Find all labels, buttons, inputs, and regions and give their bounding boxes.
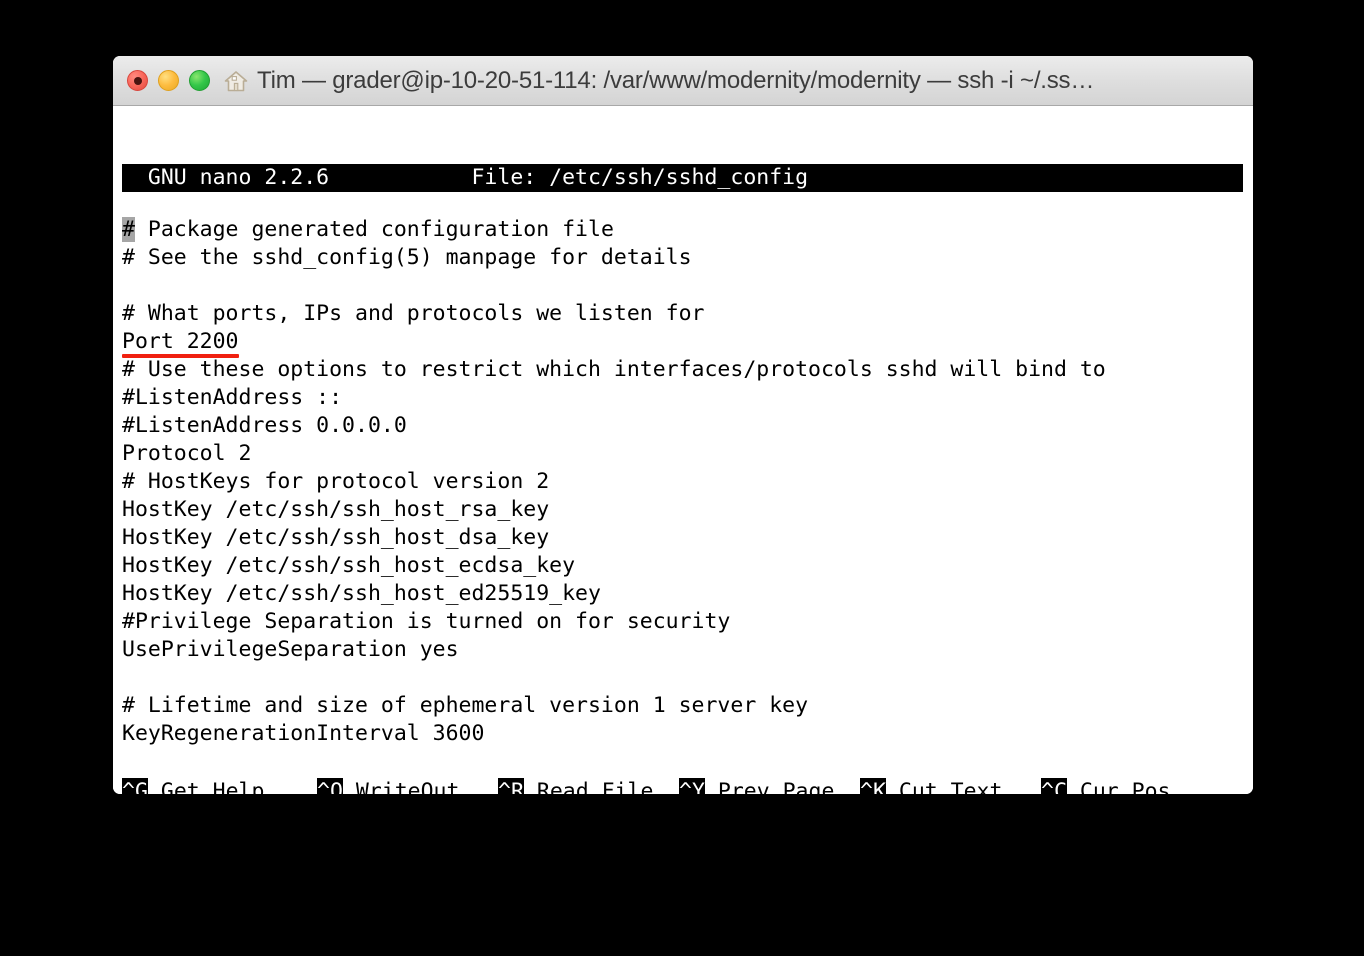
text-line: KeyRegenerationInterval 3600 (122, 721, 485, 746)
shortcut-key: ^K (860, 778, 886, 794)
text-line: # Lifetime and size of ephemeral version… (122, 693, 809, 718)
annotation-highlight-port: Port 2200 (122, 329, 239, 354)
text-line: #ListenAddress :: (122, 385, 343, 410)
shortcut-label: Read File (536, 779, 654, 794)
home-icon (224, 70, 248, 92)
nano-version: GNU nano 2.2.6 File: /etc/ssh/sshd_confi… (122, 165, 809, 190)
text-line-port: Port 2200 (122, 328, 1247, 356)
shortcut-prev-page[interactable]: ^Y Prev Page (679, 778, 860, 794)
shortcut-write-out[interactable]: ^O WriteOut (317, 778, 498, 794)
window-titlebar[interactable]: Tim — grader@ip-10-20-51-114: /var/www/m… (113, 56, 1253, 106)
close-window-button[interactable] (127, 70, 148, 91)
text-line: # Package generated configuration file (122, 216, 1247, 244)
text-cursor: # (122, 217, 135, 242)
shortcut-label: Cur Pos (1079, 779, 1171, 794)
shortcut-key: ^C (1041, 778, 1067, 794)
shortcut-key: ^Y (679, 778, 705, 794)
shortcut-row-1: ^G Get Help ^O WriteOut ^R Read File ^Y Prev… (122, 778, 1247, 794)
text-line: HostKey /etc/ssh/ssh_host_ed25519_key (122, 581, 601, 606)
shortcut-key: ^O (317, 778, 343, 794)
nano-shortcut-bar: ^G Get Help ^O WriteOut ^R Read File ^Y Prev… (122, 778, 1247, 794)
shortcut-read-file[interactable]: ^R Read File (498, 778, 679, 794)
shortcut-cur-pos[interactable]: ^C Cur Pos (1041, 778, 1211, 794)
text-line: # Use these options to restrict which in… (122, 357, 1106, 382)
terminal-screen[interactable]: GNU nano 2.2.6 File: /etc/ssh/sshd_confi… (113, 106, 1253, 794)
minimize-window-button[interactable] (158, 70, 179, 91)
text-line (122, 272, 1247, 300)
zoom-window-button[interactable] (189, 70, 210, 91)
shortcut-label: Prev Page (717, 779, 835, 794)
nano-text-area[interactable]: # Package generated configuration file #… (122, 216, 1247, 748)
text-line: UsePrivilegeSeparation yes (122, 637, 459, 662)
traffic-light-group (113, 70, 210, 91)
text-line: HostKey /etc/ssh/ssh_host_rsa_key (122, 497, 550, 522)
text-line: HostKey /etc/ssh/ssh_host_ecdsa_key (122, 553, 576, 578)
text-line: # What ports, IPs and protocols we liste… (122, 301, 705, 326)
text-line: # See the sshd_config(5) manpage for det… (122, 245, 692, 270)
shortcut-key: ^G (122, 778, 148, 794)
text-line (122, 664, 1247, 692)
text-line: HostKey /etc/ssh/ssh_host_dsa_key (122, 525, 550, 550)
shortcut-cut-text[interactable]: ^K Cut Text (860, 778, 1041, 794)
text-line: #Privilege Separation is turned on for s… (122, 609, 731, 634)
text-line-rest: Package generated configuration file (134, 217, 614, 242)
nano-titlebar: GNU nano 2.2.6 File: /etc/ssh/sshd_confi… (122, 164, 1243, 192)
shortcut-label: Get Help (160, 779, 265, 794)
window-title: Tim — grader@ip-10-20-51-114: /var/www/m… (257, 66, 1095, 94)
shortcut-key: ^R (498, 778, 524, 794)
text-line: #ListenAddress 0.0.0.0 (122, 413, 407, 438)
shortcut-label: WriteOut (355, 779, 460, 794)
text-line: # HostKeys for protocol version 2 (122, 469, 550, 494)
terminal-window[interactable]: Tim — grader@ip-10-20-51-114: /var/www/m… (113, 56, 1253, 794)
shortcut-get-help[interactable]: ^G Get Help (122, 778, 317, 794)
shortcut-label: Cut Text (898, 779, 1003, 794)
text-line: Protocol 2 (122, 441, 252, 466)
